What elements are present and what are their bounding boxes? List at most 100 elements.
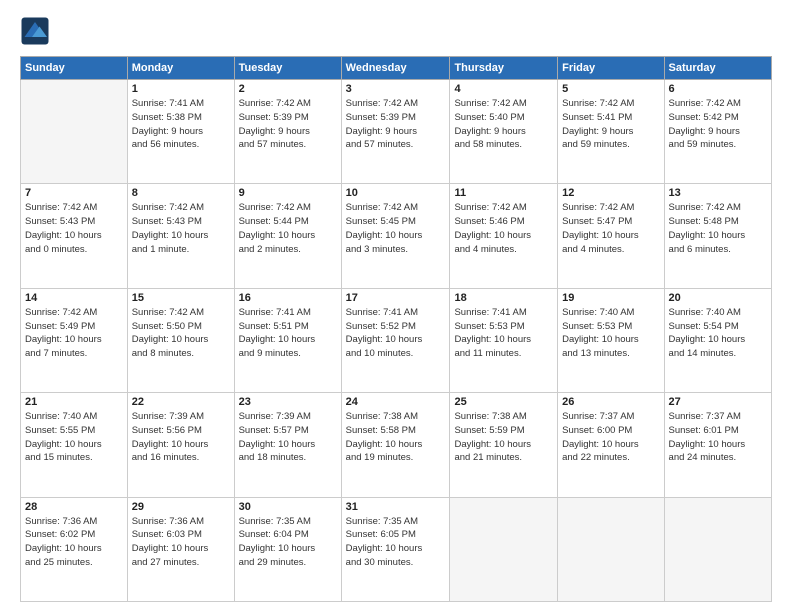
day-info: Sunrise: 7:36 AMSunset: 6:03 PMDaylight:… <box>132 515 230 570</box>
day-header: Thursday <box>450 57 558 80</box>
day-number: 8 <box>132 187 230 199</box>
calendar-day-cell: 28 Sunrise: 7:36 AMSunset: 6:02 PMDayligh… <box>21 497 128 601</box>
day-info: Sunrise: 7:42 AMSunset: 5:43 PMDaylight:… <box>25 201 123 256</box>
calendar-day-cell: 13 Sunrise: 7:42 AMSunset: 5:48 PMDayligh… <box>664 184 771 288</box>
day-number: 12 <box>562 187 659 199</box>
day-number: 26 <box>562 396 659 408</box>
day-info: Sunrise: 7:37 AMSunset: 6:00 PMDaylight:… <box>562 410 659 465</box>
day-info: Sunrise: 7:42 AMSunset: 5:39 PMDaylight:… <box>239 97 337 152</box>
day-number: 4 <box>454 83 553 95</box>
logo-icon <box>20 16 50 46</box>
day-number: 14 <box>25 292 123 304</box>
calendar-day-cell: 21 Sunrise: 7:40 AMSunset: 5:55 PMDayligh… <box>21 393 128 497</box>
calendar-day-cell: 24Sunrise: 7:38 AMSunset: 5:58 PMDayligh… <box>341 393 450 497</box>
calendar-day-cell: 19 Sunrise: 7:40 AMSunset: 5:53 PMDayligh… <box>558 288 664 392</box>
calendar-day-cell: 15 Sunrise: 7:42 AMSunset: 5:50 PMDayligh… <box>127 288 234 392</box>
calendar-day-cell: 14 Sunrise: 7:42 AMSunset: 5:49 PMDayligh… <box>21 288 128 392</box>
day-number: 29 <box>132 501 230 513</box>
calendar-day-cell: 9Sunrise: 7:42 AMSunset: 5:44 PMDaylight… <box>234 184 341 288</box>
day-info: Sunrise: 7:42 AMSunset: 5:46 PMDaylight:… <box>454 201 553 256</box>
day-info: Sunrise: 7:42 AMSunset: 5:42 PMDaylight:… <box>669 97 767 152</box>
day-header: Friday <box>558 57 664 80</box>
day-number: 20 <box>669 292 767 304</box>
calendar-day-cell: 3 Sunrise: 7:42 AMSunset: 5:39 PMDaylight… <box>341 80 450 184</box>
calendar-week-row: 21 Sunrise: 7:40 AMSunset: 5:55 PMDayligh… <box>21 393 772 497</box>
day-info: Sunrise: 7:42 AMSunset: 5:45 PMDaylight:… <box>346 201 446 256</box>
calendar-day-cell: 25 Sunrise: 7:38 AMSunset: 5:59 PMDayligh… <box>450 393 558 497</box>
day-info: Sunrise: 7:42 AMSunset: 5:40 PMDaylight:… <box>454 97 553 152</box>
calendar-day-cell: 10 Sunrise: 7:42 AMSunset: 5:45 PMDayligh… <box>341 184 450 288</box>
header <box>20 16 772 46</box>
calendar-day-cell: 6 Sunrise: 7:42 AMSunset: 5:42 PMDaylight… <box>664 80 771 184</box>
calendar-day-cell: 16 Sunrise: 7:41 AMSunset: 5:51 PMDayligh… <box>234 288 341 392</box>
calendar-day-cell <box>450 497 558 601</box>
day-number: 2 <box>239 83 337 95</box>
day-number: 10 <box>346 187 446 199</box>
day-number: 6 <box>669 83 767 95</box>
day-info: Sunrise: 7:41 AMSunset: 5:52 PMDaylight:… <box>346 306 446 361</box>
calendar-day-cell <box>664 497 771 601</box>
day-header: Saturday <box>664 57 771 80</box>
day-number: 28 <box>25 501 123 513</box>
calendar-week-row: 7 Sunrise: 7:42 AMSunset: 5:43 PMDaylight… <box>21 184 772 288</box>
calendar-day-cell: 22Sunrise: 7:39 AMSunset: 5:56 PMDayligh… <box>127 393 234 497</box>
day-info: Sunrise: 7:42 AMSunset: 5:50 PMDaylight:… <box>132 306 230 361</box>
day-info: Sunrise: 7:42 AMSunset: 5:47 PMDaylight:… <box>562 201 659 256</box>
day-number: 16 <box>239 292 337 304</box>
calendar-day-cell: 26 Sunrise: 7:37 AMSunset: 6:00 PMDayligh… <box>558 393 664 497</box>
day-info: Sunrise: 7:39 AMSunset: 5:57 PMDaylight:… <box>239 410 337 465</box>
calendar-day-cell: 30Sunrise: 7:35 AMSunset: 6:04 PMDayligh… <box>234 497 341 601</box>
day-number: 15 <box>132 292 230 304</box>
calendar-day-cell: 23 Sunrise: 7:39 AMSunset: 5:57 PMDayligh… <box>234 393 341 497</box>
day-number: 23 <box>239 396 337 408</box>
calendar-day-cell: 1 Sunrise: 7:41 AMSunset: 5:38 PMDaylight… <box>127 80 234 184</box>
day-info: Sunrise: 7:37 AMSunset: 6:01 PMDaylight:… <box>669 410 767 465</box>
day-info: Sunrise: 7:42 AMSunset: 5:41 PMDaylight:… <box>562 97 659 152</box>
day-info: Sunrise: 7:42 AMSunset: 5:39 PMDaylight:… <box>346 97 446 152</box>
day-number: 5 <box>562 83 659 95</box>
day-header: Wednesday <box>341 57 450 80</box>
day-number: 18 <box>454 292 553 304</box>
day-info: Sunrise: 7:40 AMSunset: 5:53 PMDaylight:… <box>562 306 659 361</box>
day-number: 13 <box>669 187 767 199</box>
day-info: Sunrise: 7:41 AMSunset: 5:53 PMDaylight:… <box>454 306 553 361</box>
day-info: Sunrise: 7:35 AMSunset: 6:05 PMDaylight:… <box>346 515 446 570</box>
day-info: Sunrise: 7:41 AMSunset: 5:51 PMDaylight:… <box>239 306 337 361</box>
day-number: 30 <box>239 501 337 513</box>
day-header: Sunday <box>21 57 128 80</box>
day-number: 19 <box>562 292 659 304</box>
day-number: 3 <box>346 83 446 95</box>
calendar-day-cell: 11 Sunrise: 7:42 AMSunset: 5:46 PMDayligh… <box>450 184 558 288</box>
calendar-header-row: SundayMondayTuesdayWednesdayThursdayFrid… <box>21 57 772 80</box>
calendar-day-cell <box>558 497 664 601</box>
day-info: Sunrise: 7:38 AMSunset: 5:59 PMDaylight:… <box>454 410 553 465</box>
calendar-day-cell: 27Sunrise: 7:37 AMSunset: 6:01 PMDayligh… <box>664 393 771 497</box>
day-info: Sunrise: 7:38 AMSunset: 5:58 PMDaylight:… <box>346 410 446 465</box>
calendar-day-cell: 12 Sunrise: 7:42 AMSunset: 5:47 PMDayligh… <box>558 184 664 288</box>
day-number: 25 <box>454 396 553 408</box>
calendar-day-cell: 31 Sunrise: 7:35 AMSunset: 6:05 PMDayligh… <box>341 497 450 601</box>
calendar-day-cell: 17 Sunrise: 7:41 AMSunset: 5:52 PMDayligh… <box>341 288 450 392</box>
day-info: Sunrise: 7:42 AMSunset: 5:48 PMDaylight:… <box>669 201 767 256</box>
day-info: Sunrise: 7:42 AMSunset: 5:49 PMDaylight:… <box>25 306 123 361</box>
logo <box>20 16 54 46</box>
calendar-day-cell: 18 Sunrise: 7:41 AMSunset: 5:53 PMDayligh… <box>450 288 558 392</box>
calendar-week-row: 1 Sunrise: 7:41 AMSunset: 5:38 PMDaylight… <box>21 80 772 184</box>
day-number: 7 <box>25 187 123 199</box>
day-info: Sunrise: 7:41 AMSunset: 5:38 PMDaylight:… <box>132 97 230 152</box>
calendar-day-cell <box>21 80 128 184</box>
day-number: 31 <box>346 501 446 513</box>
calendar-page: SundayMondayTuesdayWednesdayThursdayFrid… <box>0 0 792 612</box>
day-number: 9 <box>239 187 337 199</box>
calendar-day-cell: 20Sunrise: 7:40 AMSunset: 5:54 PMDayligh… <box>664 288 771 392</box>
day-number: 17 <box>346 292 446 304</box>
calendar-week-row: 28 Sunrise: 7:36 AMSunset: 6:02 PMDayligh… <box>21 497 772 601</box>
day-info: Sunrise: 7:40 AMSunset: 5:55 PMDaylight:… <box>25 410 123 465</box>
day-number: 1 <box>132 83 230 95</box>
calendar-day-cell: 5 Sunrise: 7:42 AMSunset: 5:41 PMDaylight… <box>558 80 664 184</box>
day-number: 21 <box>25 396 123 408</box>
day-info: Sunrise: 7:36 AMSunset: 6:02 PMDaylight:… <box>25 515 123 570</box>
day-number: 11 <box>454 187 553 199</box>
calendar-day-cell: 8Sunrise: 7:42 AMSunset: 5:43 PMDaylight… <box>127 184 234 288</box>
calendar-day-cell: 7 Sunrise: 7:42 AMSunset: 5:43 PMDaylight… <box>21 184 128 288</box>
